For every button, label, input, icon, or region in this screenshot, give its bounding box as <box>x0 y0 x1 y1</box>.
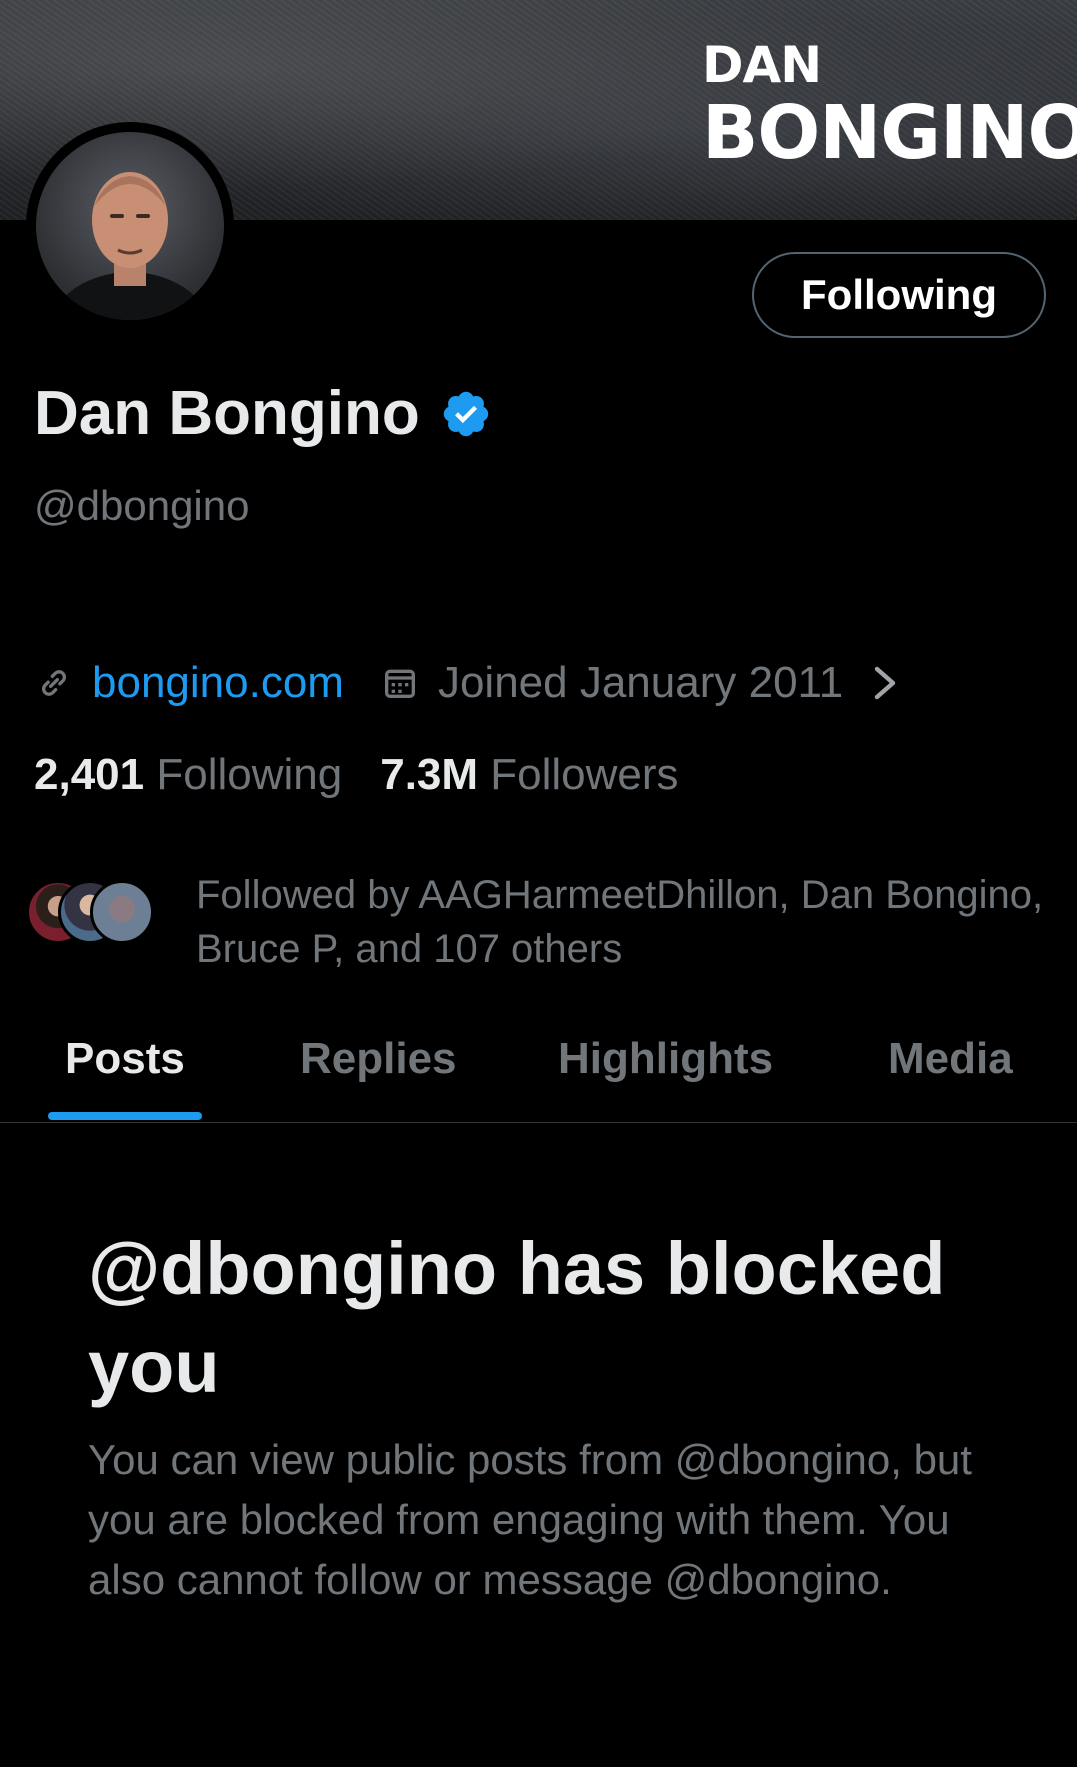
verified-badge-icon[interactable] <box>440 388 492 440</box>
calendar-icon <box>384 669 415 698</box>
avatar-image <box>36 132 224 320</box>
following-button[interactable]: Following <box>752 252 1046 338</box>
profile-name: Dan Bongino <box>34 379 420 448</box>
profile-meta: bongino.com Joined January 2011 <box>34 658 899 708</box>
following-stat[interactable]: 2,401 Following <box>34 750 342 799</box>
tab-posts[interactable]: Posts <box>65 1034 185 1084</box>
tab-media[interactable]: Media <box>888 1034 1013 1084</box>
followed-by-avatars <box>26 880 156 950</box>
followers-label: Followers <box>490 750 679 799</box>
banner-logo-line1: DAN <box>702 36 822 94</box>
followed-by[interactable]: Followed by AAGHarmeetDhillon, Dan Bongi… <box>26 868 1066 976</box>
banner-logo: DAN BONGINO <box>702 40 1077 170</box>
chevron-right-icon[interactable] <box>871 665 899 701</box>
follow-stats: 2,401 Following 7.3M Followers <box>34 750 679 800</box>
joined-date: Joined January 2011 <box>437 658 844 707</box>
profile-handle: @dbongino <box>34 482 250 529</box>
follower-avatar <box>90 880 154 944</box>
website-link[interactable]: bongino.com <box>92 658 344 708</box>
active-tab-indicator <box>48 1112 202 1120</box>
blocked-message: You can view public posts from @dbongino… <box>88 1436 972 1603</box>
banner-logo-line2: BONGINO <box>702 90 1077 176</box>
followers-count: 7.3M <box>380 750 479 799</box>
link-icon <box>42 670 66 696</box>
blocked-title: @dbongino has blocked you <box>88 1227 946 1408</box>
avatar[interactable] <box>26 122 234 330</box>
tab-replies[interactable]: Replies <box>300 1034 457 1084</box>
profile-tabs: Posts Replies Highlights Media <box>0 1020 1077 1123</box>
followers-stat[interactable]: 7.3M Followers <box>380 750 678 799</box>
following-label: Following <box>156 750 343 799</box>
followed-by-text: Followed by AAGHarmeetDhillon, Dan Bongi… <box>196 873 1044 971</box>
tab-highlights[interactable]: Highlights <box>558 1034 773 1084</box>
profile-name-row: Dan Bongino <box>34 378 492 449</box>
following-count: 2,401 <box>34 750 145 799</box>
